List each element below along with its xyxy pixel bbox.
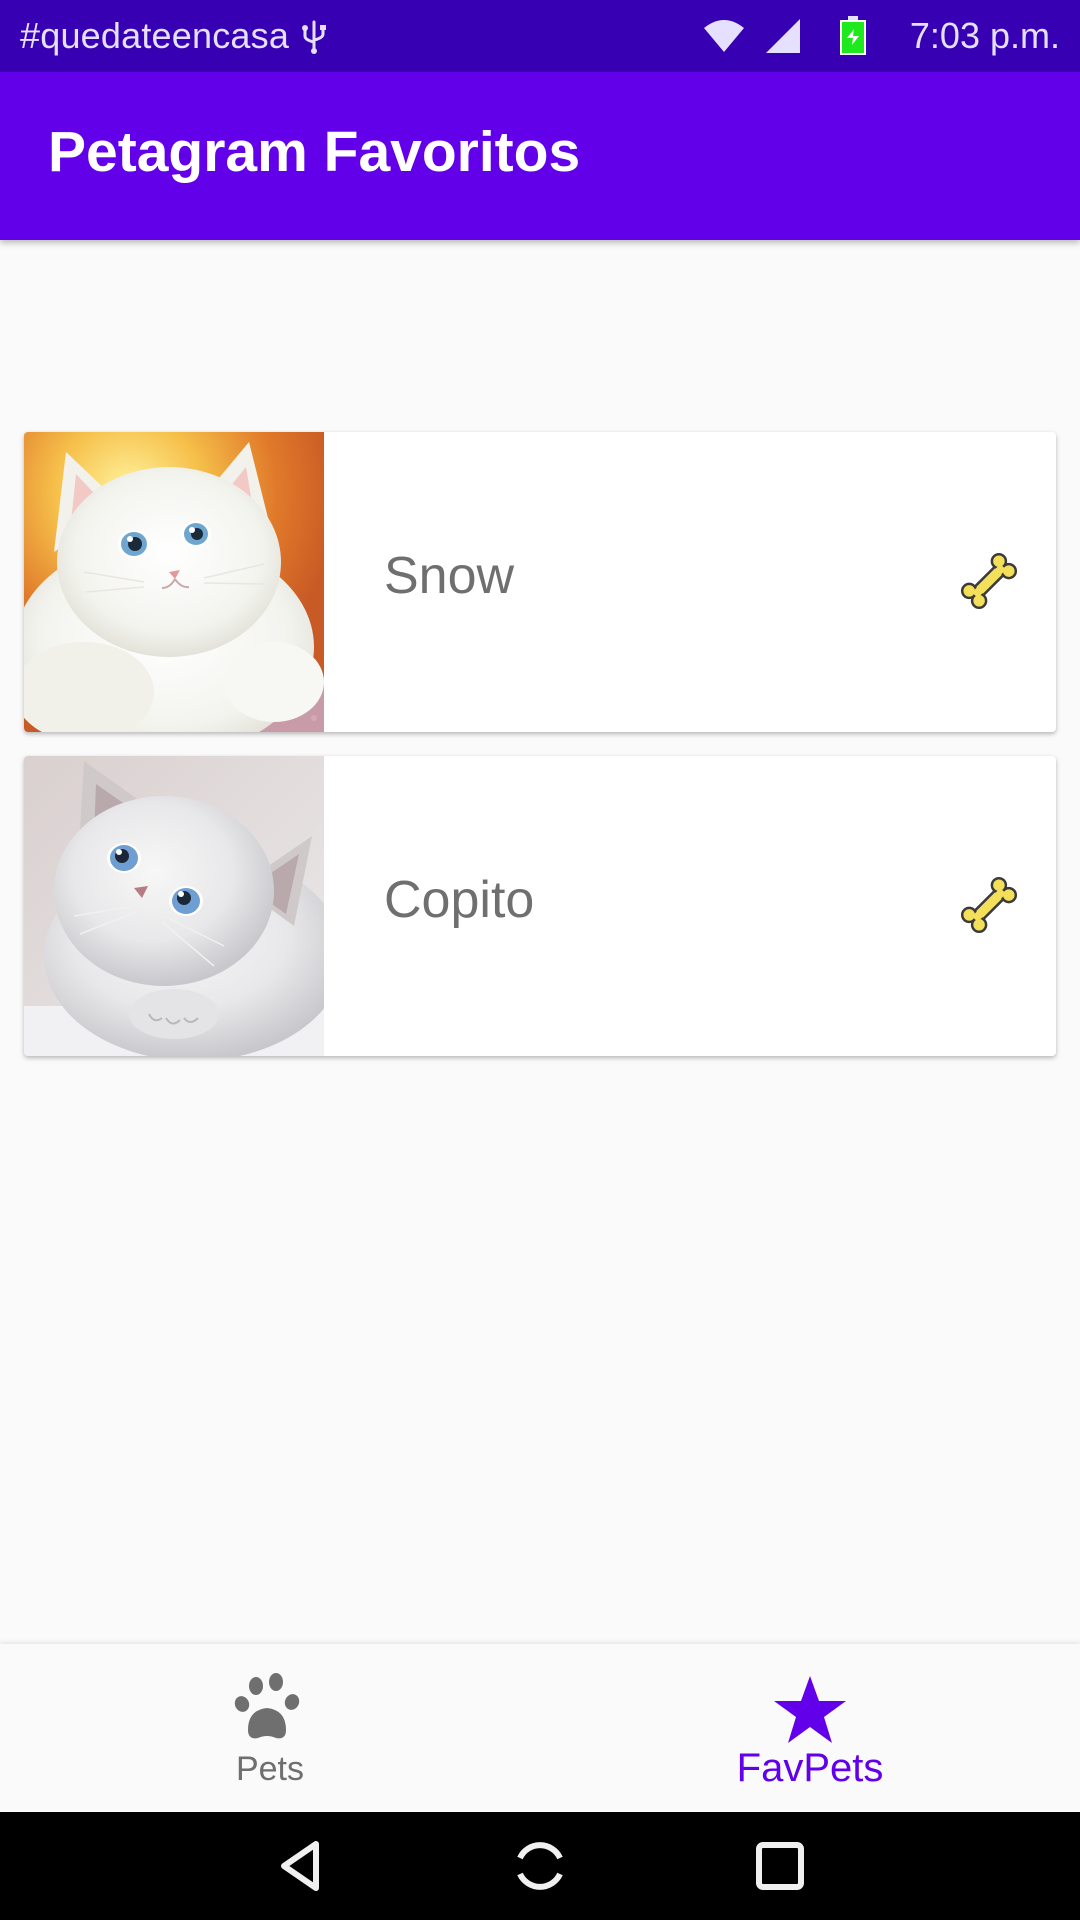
back-icon[interactable] — [270, 1836, 330, 1896]
pet-card[interactable]: Snow — [24, 432, 1056, 732]
star-icon — [770, 1670, 850, 1750]
pet-name: Snow — [384, 547, 515, 605]
pet-name: Copito — [384, 871, 535, 929]
status-left: #quedateencasa — [20, 12, 329, 60]
bottom-navigation: Pets FavPets — [0, 1644, 1080, 1812]
paw-icon — [230, 1670, 310, 1750]
pet-card[interactable]: Copito — [24, 756, 1056, 1056]
fluffy-kitten-photo — [24, 756, 324, 1056]
system-navigation-bar — [0, 1812, 1080, 1920]
home-icon[interactable] — [510, 1836, 570, 1896]
wifi-icon — [702, 18, 746, 54]
status-right: 7:03 p.m. — [702, 12, 1060, 60]
status-time: 7:03 p.m. — [909, 15, 1060, 56]
bone-icon[interactable] — [956, 872, 1022, 938]
bone-icon[interactable] — [956, 548, 1022, 614]
white-kitten-photo — [24, 432, 324, 732]
status-hashtag: #quedateencasa — [20, 15, 290, 56]
nav-label-favpets: FavPets — [736, 1746, 884, 1790]
battery-charging-icon — [838, 16, 868, 56]
nav-item-favpets[interactable]: FavPets — [540, 1644, 1080, 1812]
app-bar: Petagram Favoritos — [0, 72, 1080, 240]
status-bar: #quedateencasa 7:03 p.m. — [0, 0, 1080, 72]
usb-icon — [299, 18, 329, 54]
nav-label-pets: Pets — [235, 1750, 305, 1788]
signal-icon — [764, 17, 802, 55]
recents-icon[interactable] — [750, 1836, 810, 1896]
pet-list: Snow Copito — [24, 432, 1056, 1080]
nav-item-pets[interactable]: Pets — [0, 1644, 540, 1812]
page-title: Petagram Favoritos — [48, 120, 581, 184]
